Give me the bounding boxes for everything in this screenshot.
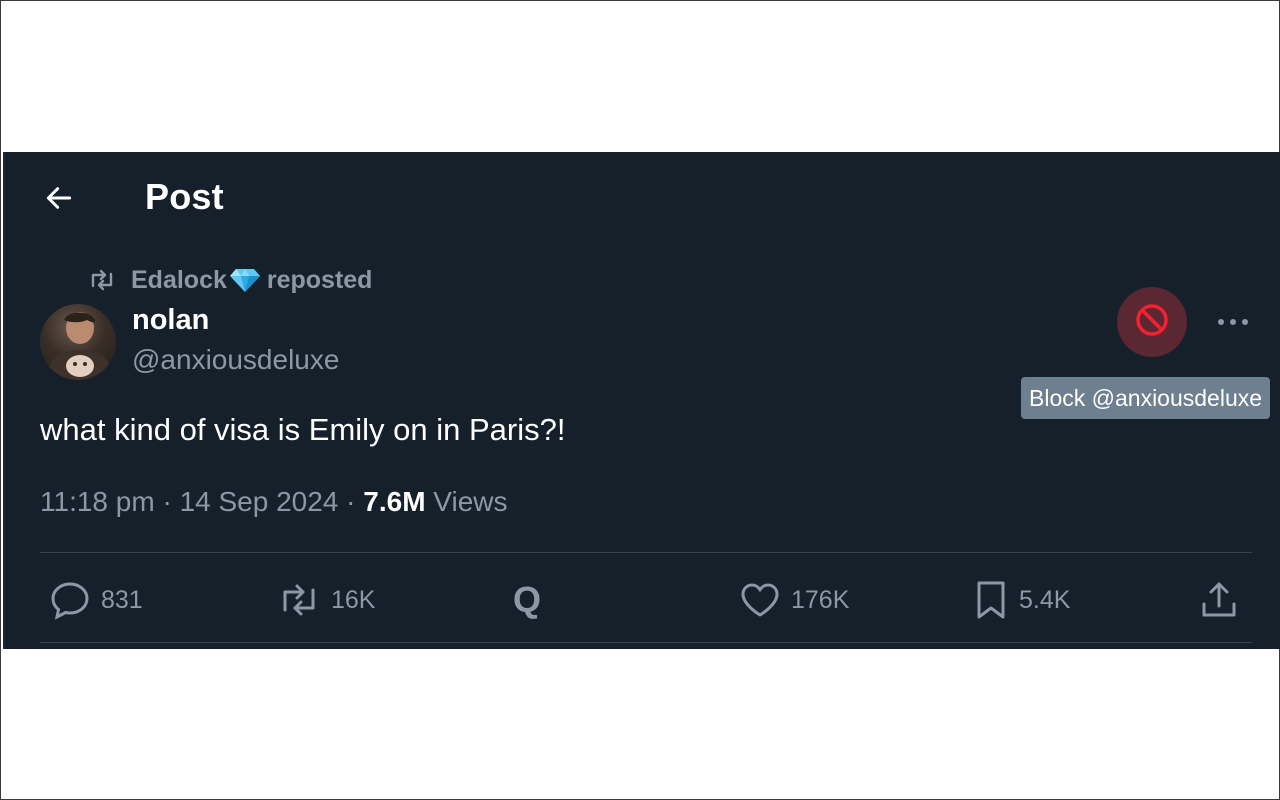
repost-button[interactable]: 16K [277, 572, 375, 628]
heart-icon [739, 581, 781, 619]
diamond-icon [229, 267, 261, 293]
arrow-left-icon [43, 182, 75, 219]
meta-separator: · [346, 486, 364, 517]
back-button[interactable] [41, 182, 77, 218]
reply-count: 831 [101, 585, 143, 614]
block-icon [1133, 301, 1171, 344]
repost-context: Edalock reposted [87, 264, 372, 296]
more-options-button[interactable] [1211, 304, 1255, 340]
meta-separator: · [162, 486, 180, 517]
views-label: Views [433, 486, 508, 517]
bookmark-count: 5.4K [1019, 585, 1071, 614]
block-tooltip: Block @anxiousdeluxe [1021, 377, 1271, 419]
views-count[interactable]: 7.6M [363, 486, 433, 517]
bookmark-button[interactable]: 5.4K [973, 572, 1070, 628]
author-handle[interactable]: @anxiousdeluxe [132, 344, 339, 376]
reposter-name[interactable]: Edalock [131, 266, 227, 295]
repost-suffix: reposted [266, 265, 373, 294]
post-panel: Post Edalock reposted nolan @anxiousdelu… [3, 152, 1280, 649]
quote-button[interactable]: Q [513, 572, 541, 628]
quote-icon: Q [513, 579, 542, 620]
page-frame: Post Edalock reposted nolan @anxiousdelu… [0, 0, 1280, 800]
block-button[interactable] [1117, 287, 1187, 357]
header: Post [5, 152, 1280, 242]
post-meta: 11:18 pm · 14 Sep 2024 · 7.6M Views [40, 486, 507, 518]
share-button[interactable] [1199, 572, 1249, 628]
repost-icon [277, 582, 321, 618]
post-time[interactable]: 11:18 pm [40, 486, 155, 517]
bookmark-icon [973, 579, 1009, 621]
like-button[interactable]: 176K [739, 572, 849, 628]
action-bar: 831 16K Q 176K 5.4K [5, 572, 1280, 628]
reply-button[interactable]: 831 [49, 572, 143, 628]
more-horizontal-icon [1217, 313, 1249, 331]
author-name[interactable]: nolan [132, 304, 209, 337]
avatar[interactable] [40, 304, 116, 380]
post-date[interactable]: 14 Sep 2024 [180, 486, 339, 517]
divider-bottom [40, 642, 1252, 643]
divider-top [40, 552, 1252, 553]
page-title: Post [145, 176, 224, 217]
like-count: 176K [791, 585, 850, 614]
post-text: what kind of visa is Emily on in Paris?! [40, 412, 566, 447]
share-icon [1199, 580, 1239, 620]
reply-icon [49, 580, 91, 620]
repost-icon [87, 268, 117, 292]
repost-count: 16K [331, 585, 376, 614]
